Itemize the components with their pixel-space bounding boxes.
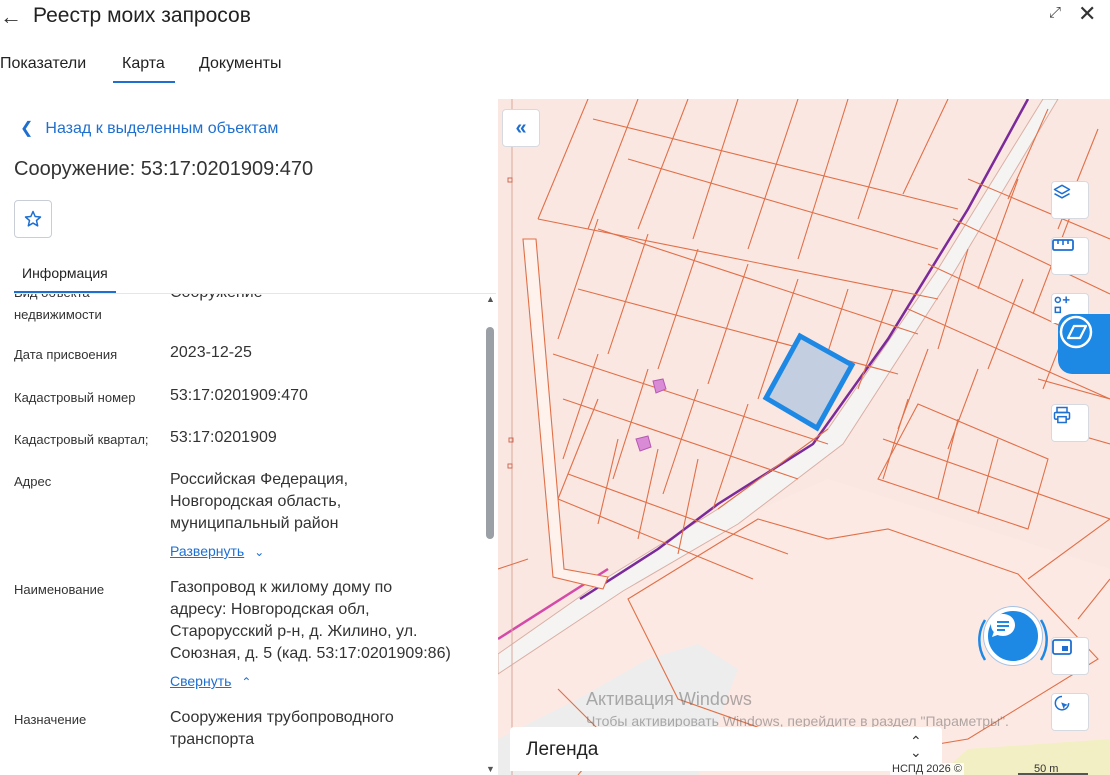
double-chevron-left-icon: « [515, 116, 527, 139]
attr-label-object-type: Вид объекта недвижимости [14, 294, 102, 322]
attr-value-object-type: Сооружение [170, 294, 475, 304]
assistant-widget-icon [1059, 315, 1093, 349]
collapse-link-label: Свернуть [170, 673, 232, 689]
layers-icon [1053, 184, 1071, 199]
object-title: Сооружение: 53:17:0201909:470 [14, 158, 314, 180]
ruler-button[interactable] [1051, 237, 1089, 275]
attr-label-purpose: Назначение [14, 712, 87, 727]
tab-map[interactable]: Карта [122, 55, 165, 73]
select-area-icon [1054, 296, 1070, 314]
address-line: Новгородская область, [170, 493, 342, 510]
purpose-line: транспорта [170, 731, 255, 748]
activation-watermark-title: Активация Windows [586, 689, 752, 709]
back-to-selected-link[interactable]: ❮ Назад к выделенным объектам [20, 118, 278, 138]
attr-value-purpose: Сооружения трубопроводного транспорта [170, 707, 475, 751]
chat-button[interactable] [984, 607, 1042, 665]
tab-indicators[interactable]: Показатели [0, 55, 86, 73]
expand-icon[interactable]: ⤢ [1049, 4, 1061, 21]
close-icon[interactable]: ✕ [1078, 1, 1096, 27]
ruler-icon [1052, 239, 1074, 251]
attr-value-address: Российская Федерация, Новгородская облас… [170, 469, 475, 535]
collapse-name-link[interactable]: Свернуть ⌃ [170, 673, 251, 689]
expand-collapse-icon: ⌃ ⌄ [910, 733, 922, 760]
address-line: муниципальный район [170, 515, 339, 532]
attr-value-cadastral-number: 53:17:0201909:470 [170, 387, 308, 404]
name-line: Союзная, д. 5 (кад. 53:17:0201909:86) [170, 645, 451, 662]
attr-label-date: Дата присвоения [14, 347, 118, 362]
tab-documents[interactable]: Документы [199, 55, 281, 73]
print-icon [1053, 406, 1071, 424]
attr-label-cadastral-quarter: Кадастровый квартал; [14, 432, 149, 447]
legend-panel[interactable]: Легенда ⌃ ⌄ [510, 727, 942, 771]
expand-address-link[interactable]: Развернуть ⌄ [170, 543, 264, 559]
picture-in-picture-icon [1052, 639, 1072, 655]
layers-button[interactable] [1051, 181, 1089, 219]
locate-icon [1054, 695, 1070, 711]
chevron-left-icon: ❮ [20, 120, 34, 137]
scrollbar-thumb[interactable] [486, 327, 494, 539]
purpose-line: Сооружения трубопроводного [170, 709, 394, 726]
assistant-widget-button[interactable] [1058, 314, 1110, 374]
name-line: адресу: Новгородская обл, [170, 601, 370, 618]
back-link-label: Назад к выделенным объектам [45, 120, 279, 137]
chevron-down-icon: ⌄ [254, 545, 265, 559]
attr-label-name: Наименование [14, 582, 105, 597]
attr-value-date: 2023-12-25 [170, 344, 252, 361]
locate-button[interactable] [1051, 693, 1089, 731]
active-tab-indicator [113, 81, 175, 83]
picture-in-picture-button[interactable] [1051, 637, 1089, 675]
attr-label-address: Адрес [14, 474, 52, 489]
collapse-panel-button[interactable]: « [502, 109, 540, 147]
chevron-up-icon: ⌃ [241, 675, 252, 689]
name-line: Старорусский р-н, д. Жилино, ул. [170, 623, 418, 640]
scroll-down-arrow[interactable]: ▼ [486, 764, 495, 774]
tab-information[interactable]: Информация [22, 265, 108, 281]
attr-label-cadastral-number: Кадастровый номер [14, 390, 136, 405]
address-line: Российская Федерация, [170, 471, 349, 488]
attributes-list: Вид объекта недвижимости Сооружение Дата… [0, 294, 482, 775]
attr-value-cadastral-quarter: 53:17:0201909 [170, 429, 277, 446]
back-arrow-icon[interactable]: ← [0, 4, 22, 30]
scroll-up-arrow[interactable]: ▲ [486, 294, 495, 304]
map-attribution: НСПД 2026 © [890, 763, 964, 775]
favorite-button[interactable] [14, 200, 52, 238]
print-button[interactable] [1051, 404, 1089, 442]
legend-label: Легенда [526, 739, 599, 760]
window-title: Реестр моих запросов [33, 4, 251, 27]
name-line: Газопровод к жилому дому по [170, 579, 393, 596]
chat-icon [991, 614, 1015, 637]
expand-link-label: Развернуть [170, 543, 245, 559]
star-icon [24, 210, 42, 227]
map-view[interactable]: « Активация Windows Чтобы активировать W… [498, 99, 1110, 775]
attr-value-name: Газопровод к жилому дому по адресу: Новг… [170, 577, 475, 665]
